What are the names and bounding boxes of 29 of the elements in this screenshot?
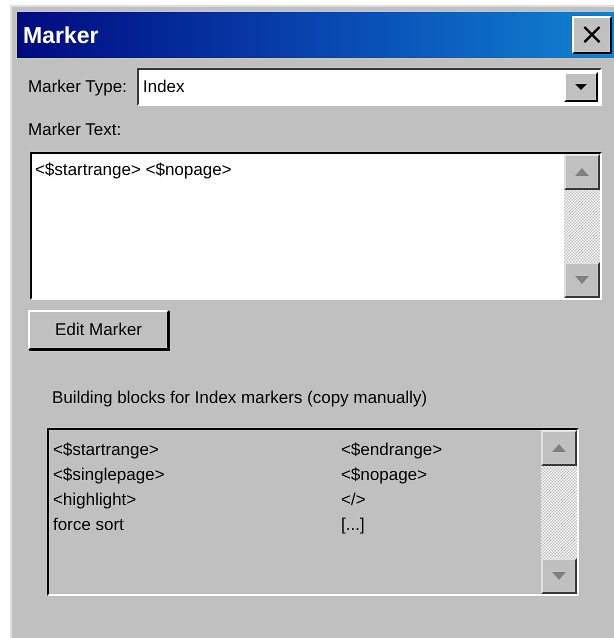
- list-item[interactable]: </>: [341, 488, 537, 512]
- down-arrow-icon: [575, 276, 589, 284]
- up-arrow-icon: [575, 168, 589, 176]
- list-item[interactable]: <$startrange>: [53, 438, 341, 462]
- down-arrow-icon: [552, 572, 566, 580]
- scroll-down-button[interactable]: [564, 262, 600, 298]
- close-button[interactable]: ×: [572, 16, 612, 54]
- scroll-up-button[interactable]: [541, 430, 577, 466]
- dropdown-button[interactable]: [564, 72, 598, 102]
- up-arrow-icon: [552, 444, 566, 452]
- field-label: Marker Text:: [28, 120, 122, 140]
- scrollbar[interactable]: [564, 154, 600, 298]
- dropdown-value: Index: [142, 77, 184, 97]
- window-title: Marker: [23, 22, 98, 48]
- scroll-up-button[interactable]: [564, 154, 600, 190]
- field-label: Marker Type:: [28, 77, 127, 97]
- list-item[interactable]: [...]: [341, 513, 537, 537]
- list-caption: Building blocks for Index markers (copy manually): [52, 388, 428, 408]
- edit-marker-button[interactable]: Edit Marker: [28, 310, 169, 350]
- list-item[interactable]: force sort: [53, 513, 341, 537]
- list-item[interactable]: <$singlepage>: [53, 463, 341, 487]
- marker-type-dropdown[interactable]: Index: [136, 68, 602, 106]
- scroll-down-button[interactable]: [541, 558, 577, 594]
- list-item[interactable]: <highlight>: [53, 488, 341, 512]
- marker-text-field[interactable]: <$startrange> <$nopage>: [30, 152, 602, 300]
- list-item[interactable]: <$endrange>: [341, 438, 537, 462]
- caret-icon: [575, 84, 587, 90]
- scrollbar[interactable]: [541, 430, 577, 594]
- list-item[interactable]: <$nopage>: [341, 463, 537, 487]
